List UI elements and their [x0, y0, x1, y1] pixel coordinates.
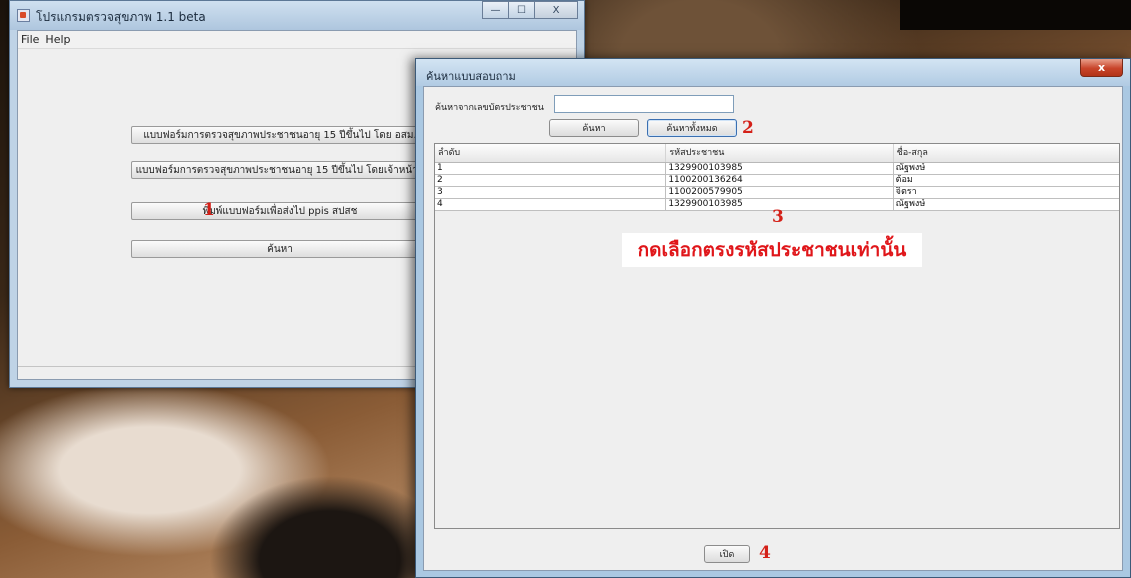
cell-name[interactable]: ณัฐพงษ์: [894, 199, 1119, 210]
cell-order[interactable]: 2: [435, 175, 667, 186]
java-app-icon: [17, 9, 30, 22]
cell-order[interactable]: 3: [435, 187, 667, 198]
volunteer-form-button[interactable]: แบบฟอร์มการตรวจสุขภาพประชาชนอายุ 15 ปีขึ…: [131, 126, 429, 144]
dialog-client-area: ค้นหาจากเลขบัตรประชาชน ค้นหา ค้นหาทั้งหม…: [423, 86, 1123, 571]
dialog-search-button[interactable]: ค้นหา: [549, 119, 639, 137]
dialog-titlebar[interactable]: ค้นหาแบบสอบถาม x: [416, 59, 1130, 86]
table-row[interactable]: 2 1100200136264 ต้อม: [435, 175, 1119, 187]
search-all-button[interactable]: ค้นหาทั้งหมด: [647, 119, 737, 137]
table-row[interactable]: 1 1329900103985 ณัฐพงษ์: [435, 163, 1119, 175]
main-titlebar[interactable]: โปรแกรมตรวจสุขภาพ 1.1 beta — ☐ X: [10, 1, 584, 30]
column-header-citizen-id[interactable]: รหัสประชาชน: [666, 144, 894, 162]
main-window-title: โปรแกรมตรวจสุขภาพ 1.1 beta: [36, 10, 206, 24]
maximize-button[interactable]: ☐: [508, 1, 535, 19]
dialog-close-button[interactable]: x: [1080, 59, 1123, 77]
cell-name[interactable]: ต้อม: [894, 175, 1119, 186]
search-button[interactable]: ค้นหา: [131, 240, 429, 258]
search-dialog: ค้นหาแบบสอบถาม x ค้นหาจากเลขบัตรประชาชน …: [415, 58, 1131, 578]
cell-citizen-id[interactable]: 1329900103985: [666, 163, 894, 174]
callout-2: 2: [742, 118, 754, 138]
callout-4: 4: [759, 543, 771, 563]
column-header-order[interactable]: ลำดับ: [435, 144, 667, 162]
window-controls: — ☐ X: [482, 1, 578, 19]
desktop-background: [900, 0, 1131, 30]
cell-citizen-id[interactable]: 1100200579905: [666, 187, 894, 198]
print-ppis-form-button[interactable]: พิมพ์แบบฟอร์มเพื่อส่งไป ppis สปสช: [131, 202, 429, 220]
menu-bar: File Help: [18, 31, 576, 49]
open-button[interactable]: เปิด: [704, 545, 750, 563]
menu-help[interactable]: Help: [45, 31, 70, 48]
search-id-input[interactable]: [554, 95, 734, 113]
callout-3: 3: [772, 207, 784, 227]
cell-name[interactable]: ณัฐพงษ์: [894, 163, 1119, 174]
cell-order[interactable]: 4: [435, 199, 667, 210]
minimize-button[interactable]: —: [482, 1, 509, 19]
staff-form-button[interactable]: แบบฟอร์มการตรวจสุขภาพประชาชนอายุ 15 ปีขึ…: [131, 161, 429, 179]
close-button[interactable]: X: [534, 1, 578, 19]
dialog-title: ค้นหาแบบสอบถาม: [426, 70, 516, 83]
instruction-text: กดเลือกตรงรหัสประชาชนเท่านั้น: [622, 233, 922, 267]
table-row[interactable]: 3 1100200579905 จิตรา: [435, 187, 1119, 199]
callout-1: 1: [203, 200, 215, 220]
cell-order[interactable]: 1: [435, 163, 667, 174]
cell-citizen-id[interactable]: 1100200136264: [666, 175, 894, 186]
results-table: ลำดับ รหัสประชาชน ชื่อ-สกุล 1 1329900103…: [434, 143, 1120, 529]
column-header-name[interactable]: ชื่อ-สกุล: [894, 144, 1119, 162]
menu-file[interactable]: File: [21, 31, 39, 48]
cell-name[interactable]: จิตรา: [894, 187, 1119, 198]
table-header: ลำดับ รหัสประชาชน ชื่อ-สกุล: [435, 144, 1119, 163]
search-id-label: ค้นหาจากเลขบัตรประชาชน: [435, 103, 544, 113]
